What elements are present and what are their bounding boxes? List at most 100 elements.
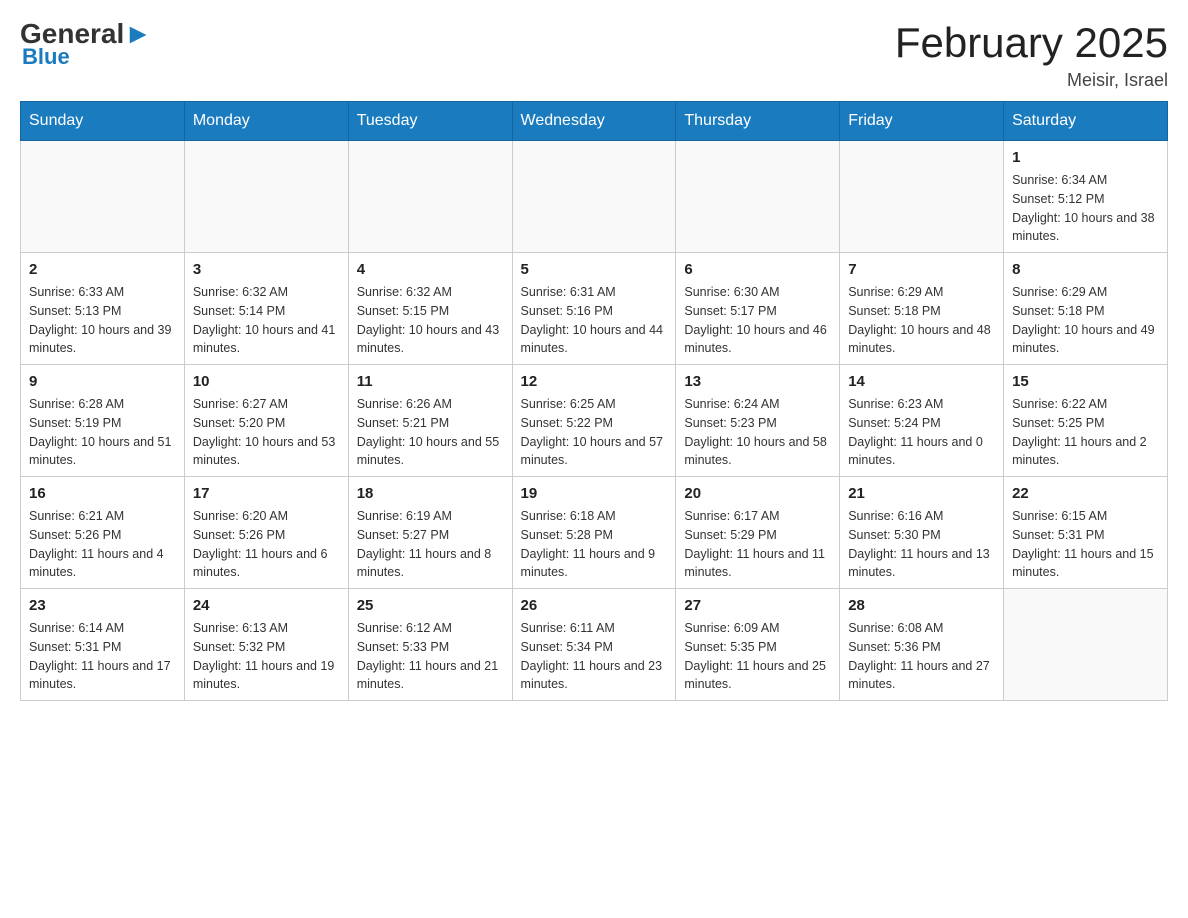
day-info: Sunrise: 6:26 AMSunset: 5:21 PMDaylight:… xyxy=(357,395,504,470)
day-number: 25 xyxy=(357,595,504,616)
day-number: 15 xyxy=(1012,371,1159,392)
day-number: 19 xyxy=(521,483,668,504)
header-monday: Monday xyxy=(184,102,348,141)
calendar-title: February 2025 xyxy=(895,20,1168,66)
day-info: Sunrise: 6:20 AMSunset: 5:26 PMDaylight:… xyxy=(193,507,340,582)
day-number: 27 xyxy=(684,595,831,616)
day-number: 23 xyxy=(29,595,176,616)
day-number: 26 xyxy=(521,595,668,616)
day-number: 18 xyxy=(357,483,504,504)
day-number: 21 xyxy=(848,483,995,504)
day-number: 9 xyxy=(29,371,176,392)
calendar-day-cell: 20 Sunrise: 6:17 AMSunset: 5:29 PMDayligh… xyxy=(676,477,840,589)
day-info: Sunrise: 6:31 AMSunset: 5:16 PMDaylight:… xyxy=(521,283,668,358)
day-info: Sunrise: 6:27 AMSunset: 5:20 PMDaylight:… xyxy=(193,395,340,470)
calendar-day-cell xyxy=(21,141,185,253)
calendar-day-cell: 16 Sunrise: 6:21 AMSunset: 5:26 PMDayligh… xyxy=(21,477,185,589)
day-number: 8 xyxy=(1012,259,1159,280)
calendar-day-cell: 4Sunrise: 6:32 AMSunset: 5:15 PMDaylight… xyxy=(348,253,512,365)
day-info: Sunrise: 6:22 AMSunset: 5:25 PMDaylight:… xyxy=(1012,395,1159,470)
day-info: Sunrise: 6:16 AMSunset: 5:30 PMDaylight:… xyxy=(848,507,995,582)
header-wednesday: Wednesday xyxy=(512,102,676,141)
calendar-day-cell: 22Sunrise: 6:15 AMSunset: 5:31 PMDayligh… xyxy=(1004,477,1168,589)
calendar-day-cell: 15 Sunrise: 6:22 AMSunset: 5:25 PMDayligh… xyxy=(1004,365,1168,477)
logo: General► Blue xyxy=(20,20,152,70)
day-number: 17 xyxy=(193,483,340,504)
calendar-week-row: 9 Sunrise: 6:28 AMSunset: 5:19 PMDaylight… xyxy=(21,365,1168,477)
calendar-day-cell: 26 Sunrise: 6:11 AMSunset: 5:34 PMDayligh… xyxy=(512,589,676,701)
day-info: Sunrise: 6:29 AMSunset: 5:18 PMDaylight:… xyxy=(1012,283,1159,358)
day-number: 2 xyxy=(29,259,176,280)
calendar-week-row: 2Sunrise: 6:33 AMSunset: 5:13 PMDaylight… xyxy=(21,253,1168,365)
calendar-day-cell: 3 Sunrise: 6:32 AMSunset: 5:14 PMDaylight… xyxy=(184,253,348,365)
header-thursday: Thursday xyxy=(676,102,840,141)
calendar-day-cell: 11 Sunrise: 6:26 AMSunset: 5:21 PMDayligh… xyxy=(348,365,512,477)
calendar-day-cell xyxy=(512,141,676,253)
calendar-day-cell xyxy=(348,141,512,253)
calendar-day-cell xyxy=(184,141,348,253)
calendar-day-cell xyxy=(676,141,840,253)
calendar-day-cell: 18 Sunrise: 6:19 AMSunset: 5:27 PMDayligh… xyxy=(348,477,512,589)
day-number: 3 xyxy=(193,259,340,280)
page-header: General► Blue February 2025 Meisir, Isra… xyxy=(20,20,1168,91)
day-info: Sunrise: 6:18 AMSunset: 5:28 PMDaylight:… xyxy=(521,507,668,582)
day-info: Sunrise: 6:12 AMSunset: 5:33 PMDaylight:… xyxy=(357,619,504,694)
calendar-location: Meisir, Israel xyxy=(895,70,1168,91)
day-number: 20 xyxy=(684,483,831,504)
day-info: Sunrise: 6:28 AMSunset: 5:19 PMDaylight:… xyxy=(29,395,176,470)
calendar-day-cell xyxy=(840,141,1004,253)
day-info: Sunrise: 6:29 AMSunset: 5:18 PMDaylight:… xyxy=(848,283,995,358)
day-info: Sunrise: 6:14 AMSunset: 5:31 PMDaylight:… xyxy=(29,619,176,694)
day-number: 28 xyxy=(848,595,995,616)
day-info: Sunrise: 6:32 AMSunset: 5:15 PMDaylight:… xyxy=(357,283,504,358)
day-number: 11 xyxy=(357,371,504,392)
calendar-day-cell: 2Sunrise: 6:33 AMSunset: 5:13 PMDaylight… xyxy=(21,253,185,365)
calendar-day-cell: 12 Sunrise: 6:25 AMSunset: 5:22 PMDayligh… xyxy=(512,365,676,477)
calendar-day-cell: 9 Sunrise: 6:28 AMSunset: 5:19 PMDaylight… xyxy=(21,365,185,477)
calendar-day-cell: 7 Sunrise: 6:29 AMSunset: 5:18 PMDaylight… xyxy=(840,253,1004,365)
calendar-day-cell: 13 Sunrise: 6:24 AMSunset: 5:23 PMDayligh… xyxy=(676,365,840,477)
day-info: Sunrise: 6:30 AMSunset: 5:17 PMDaylight:… xyxy=(684,283,831,358)
logo-triangle-icon: ► xyxy=(124,18,152,49)
day-info: Sunrise: 6:23 AMSunset: 5:24 PMDaylight:… xyxy=(848,395,995,470)
day-info: Sunrise: 6:11 AMSunset: 5:34 PMDaylight:… xyxy=(521,619,668,694)
day-info: Sunrise: 6:32 AMSunset: 5:14 PMDaylight:… xyxy=(193,283,340,358)
day-number: 14 xyxy=(848,371,995,392)
calendar-day-cell: 19 Sunrise: 6:18 AMSunset: 5:28 PMDayligh… xyxy=(512,477,676,589)
day-info: Sunrise: 6:17 AMSunset: 5:29 PMDaylight:… xyxy=(684,507,831,582)
day-info: Sunrise: 6:21 AMSunset: 5:26 PMDaylight:… xyxy=(29,507,176,582)
calendar-day-cell: 8 Sunrise: 6:29 AMSunset: 5:18 PMDaylight… xyxy=(1004,253,1168,365)
header-tuesday: Tuesday xyxy=(348,102,512,141)
calendar-week-row: 23 Sunrise: 6:14 AMSunset: 5:31 PMDayligh… xyxy=(21,589,1168,701)
day-number: 24 xyxy=(193,595,340,616)
calendar-week-row: 16 Sunrise: 6:21 AMSunset: 5:26 PMDayligh… xyxy=(21,477,1168,589)
calendar-day-cell: 10 Sunrise: 6:27 AMSunset: 5:20 PMDayligh… xyxy=(184,365,348,477)
calendar-day-cell: 24Sunrise: 6:13 AMSunset: 5:32 PMDayligh… xyxy=(184,589,348,701)
calendar-day-cell: 5 Sunrise: 6:31 AMSunset: 5:16 PMDaylight… xyxy=(512,253,676,365)
day-info: Sunrise: 6:24 AMSunset: 5:23 PMDaylight:… xyxy=(684,395,831,470)
calendar-day-cell: 14 Sunrise: 6:23 AMSunset: 5:24 PMDayligh… xyxy=(840,365,1004,477)
logo-blue: Blue xyxy=(22,44,70,70)
day-number: 6 xyxy=(684,259,831,280)
header-saturday: Saturday xyxy=(1004,102,1168,141)
title-area: February 2025 Meisir, Israel xyxy=(895,20,1168,91)
day-info: Sunrise: 6:25 AMSunset: 5:22 PMDaylight:… xyxy=(521,395,668,470)
calendar-day-cell: 25 Sunrise: 6:12 AMSunset: 5:33 PMDayligh… xyxy=(348,589,512,701)
day-number: 16 xyxy=(29,483,176,504)
day-info: Sunrise: 6:15 AMSunset: 5:31 PMDaylight:… xyxy=(1012,507,1159,582)
day-info: Sunrise: 6:34 AMSunset: 5:12 PMDaylight:… xyxy=(1012,171,1159,246)
calendar-header: Sunday Monday Tuesday Wednesday Thursday… xyxy=(21,102,1168,141)
calendar-body: 1Sunrise: 6:34 AMSunset: 5:12 PMDaylight… xyxy=(21,141,1168,701)
day-number: 10 xyxy=(193,371,340,392)
day-number: 7 xyxy=(848,259,995,280)
day-number: 5 xyxy=(521,259,668,280)
calendar-day-cell: 1Sunrise: 6:34 AMSunset: 5:12 PMDaylight… xyxy=(1004,141,1168,253)
header-sunday: Sunday xyxy=(21,102,185,141)
calendar-day-cell: 6 Sunrise: 6:30 AMSunset: 5:17 PMDaylight… xyxy=(676,253,840,365)
day-number: 13 xyxy=(684,371,831,392)
day-number: 12 xyxy=(521,371,668,392)
day-info: Sunrise: 6:19 AMSunset: 5:27 PMDaylight:… xyxy=(357,507,504,582)
day-info: Sunrise: 6:09 AMSunset: 5:35 PMDaylight:… xyxy=(684,619,831,694)
calendar-day-cell: 21 Sunrise: 6:16 AMSunset: 5:30 PMDayligh… xyxy=(840,477,1004,589)
calendar-day-cell: 28Sunrise: 6:08 AMSunset: 5:36 PMDayligh… xyxy=(840,589,1004,701)
